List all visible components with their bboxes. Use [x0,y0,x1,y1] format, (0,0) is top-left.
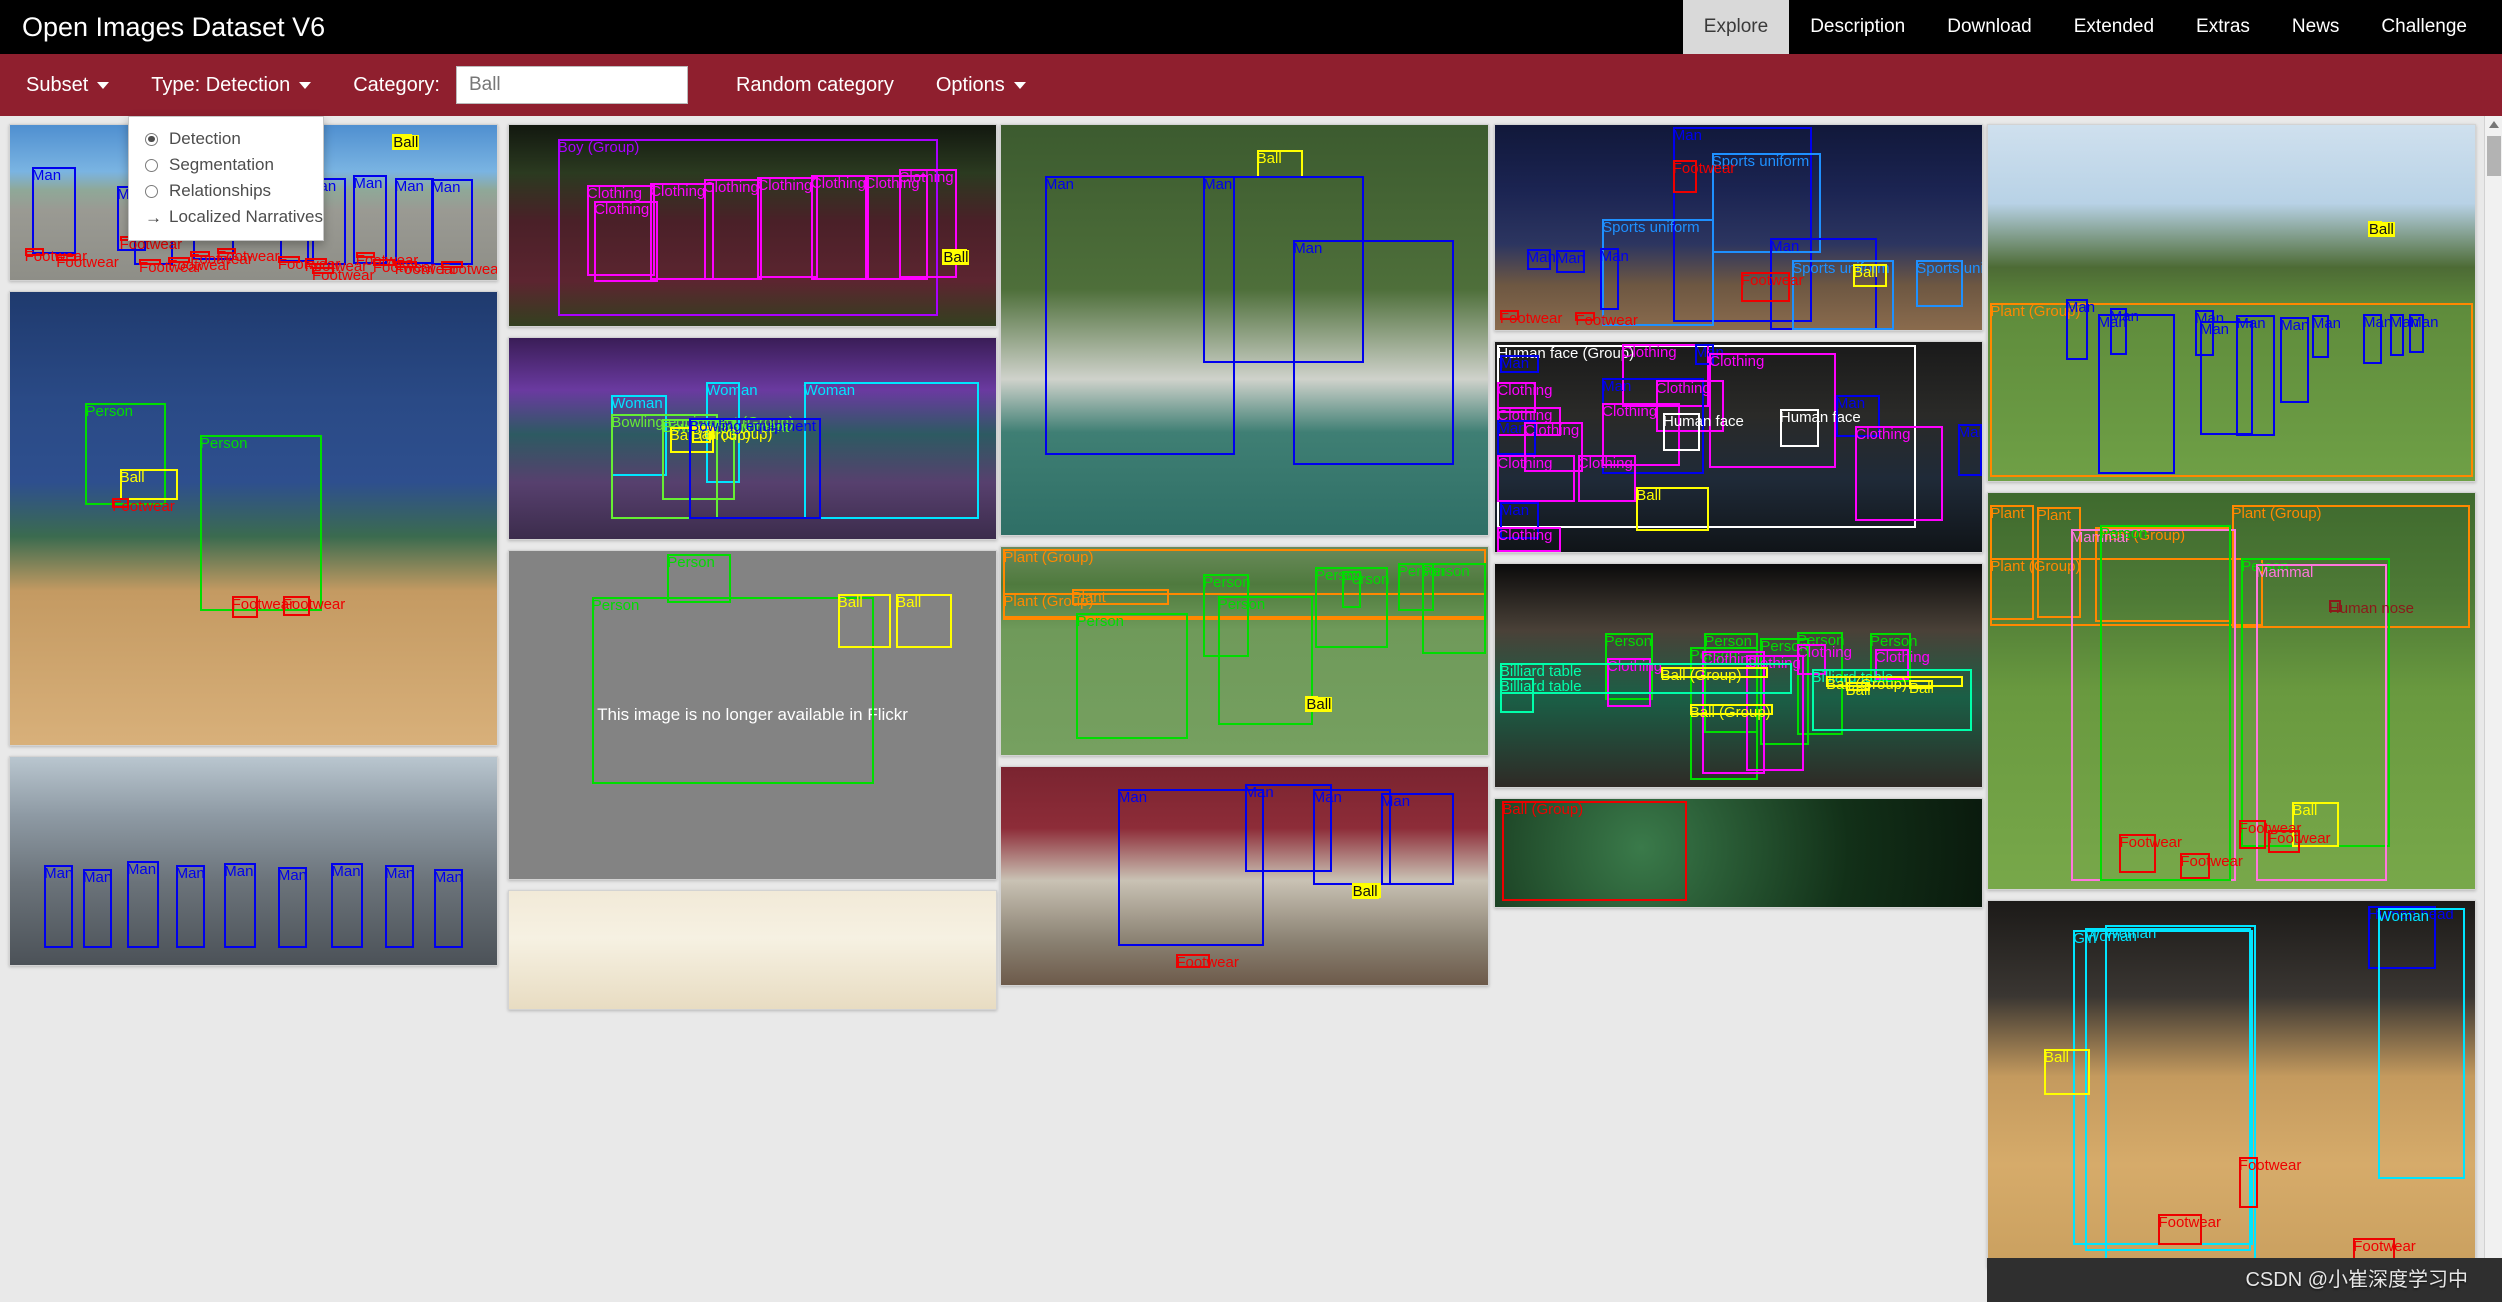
type-dropdown-button[interactable]: Type: Detection [151,74,311,97]
tile-image [1988,901,2475,1267]
nav-link-extended[interactable]: Extended [2053,0,2175,54]
tile-image [509,125,996,326]
type-option-detection[interactable]: Detection [129,126,323,152]
nav-link-news[interactable]: News [2271,0,2361,54]
nav-link-download[interactable]: Download [1926,0,2053,54]
type-option-label: Relationships [169,181,271,201]
navbar-links: ExploreDescriptionDownloadExtendedExtras… [1683,0,2488,54]
gallery-column: BallManManManPlant (Group)Plant (Group)P… [1000,124,1489,996]
type-option-segmentation[interactable]: Segmentation [129,152,323,178]
chevron-down-icon [97,82,109,89]
gallery-column: BallPlant (Group)ManManManManManManManMa… [1987,124,2476,1278]
footer-band [1987,1258,2502,1302]
type-option-label: Segmentation [169,155,274,175]
chevron-down-icon [299,82,311,89]
gallery-tile-indoor-gym-crowd[interactable]: ManManManManManManManManMan [9,756,498,966]
gallery-tile-billiards-pool-hall[interactable]: PersonPersonPersonPersonPersonPersonClot… [1494,563,1983,788]
gallery-tile-navy-basketball-defense[interactable]: Human face (Group)ClothingManClothingMan… [1494,341,1983,553]
type-dropdown-menu: Detection Segmentation Relationships → Local… [128,116,324,241]
vertical-scrollbar[interactable] [2484,116,2502,1302]
gallery-tile-billiard-balls-closeup[interactable]: Ball (Group) [1494,798,1983,908]
gallery-column: Boy (Group)ClothingClothingClothingCloth… [508,124,997,1020]
image-gallery: BallManManManManManManManManManFootwearF… [0,116,2502,1302]
tile-image [1988,493,2475,889]
tile-image [1495,342,1982,552]
tile-image [1495,125,1982,330]
gallery-tile-soccer-team-huddle[interactable]: Boy (Group)ClothingClothingClothingCloth… [508,124,997,327]
type-label: Type: Detection [151,74,290,97]
category-input[interactable] [456,66,688,104]
subset-dropdown-button[interactable]: Subset [26,74,109,97]
gallery-tile-bollywood-poster[interactable] [508,890,997,1010]
gallery-tile-womens-basketball-game[interactable]: GirlWomanWomanHuman headWomanBallFootwea… [1987,900,2476,1268]
gallery-tile-sports-spectator-crowd[interactable]: ManManManManBallFootwear [1000,766,1489,986]
tile-image [509,338,996,539]
nav-link-explore[interactable]: Explore [1683,0,1789,54]
tile-image [1001,767,1488,985]
tile-image [1495,799,1982,907]
subset-label: Subset [26,74,88,97]
nav-link-description[interactable]: Description [1789,0,1926,54]
tile-image [1001,547,1488,755]
type-option-relationships[interactable]: Relationships [129,178,323,204]
navbar-end-padding [2488,0,2502,54]
options-label: Options [936,74,1005,97]
tile-image [1495,564,1982,787]
tile-image [10,757,497,965]
image-unavailable-notice: This image is no longer available in Fli… [509,705,996,725]
top-navbar: Open Images Dataset V6 ExploreDescriptio… [0,0,2502,54]
category-label: Category: [353,74,440,97]
gallery-tile-bowling-alley[interactable]: WomanWomanWomanBowling equipment (Group)… [508,337,997,540]
site-brand: Open Images Dataset V6 [0,0,347,54]
scrollbar-thumb[interactable] [2487,136,2501,176]
nav-link-extras[interactable]: Extras [2175,0,2271,54]
radio-button-icon [145,133,158,146]
type-option-label: Detection [169,129,241,149]
nav-link-challenge[interactable]: Challenge [2360,0,2488,54]
radio-button-icon [145,159,158,172]
gallery-tile-girls-soccer-kick[interactable]: PlantPlantPlant (Group)Plant (Group)Plan… [1987,492,2476,890]
tile-image [1001,125,1488,535]
random-category-button[interactable]: Random category [736,74,894,97]
gallery-tile-street-basketball-jump[interactable]: BallManManMan [1000,124,1489,536]
gallery-tile-unavailable-image-placeholder[interactable]: This image is no longer available in Fli… [508,550,997,880]
tile-image [10,292,497,745]
radio-button-icon [145,185,158,198]
options-dropdown-button[interactable]: Options [936,74,1026,97]
gallery-column: ManSports uniformFootwearSports uniformM… [1494,124,1983,918]
gallery-tile-soccer-field-match[interactable]: BallPlant (Group)ManManManManManManManMa… [1987,124,2476,482]
type-option-localized-narratives[interactable]: → Localized Narratives [129,204,323,230]
gallery-tile-field-hockey-shinty[interactable]: Plant (Group)Plant (Group)PlantPersonPer… [1000,546,1489,756]
scroll-up-arrow-icon[interactable] [2485,116,2502,134]
filter-toolbar: Subset Type: Detection Category: Random … [0,54,2502,116]
tile-image [509,891,996,1009]
navbar-spacer [347,0,1683,54]
gallery-tile-college-basketball-dunk[interactable]: ManSports uniformFootwearSports uniformM… [1494,124,1983,331]
chevron-down-icon [1014,82,1026,89]
type-option-label: Localized Narratives [169,207,323,227]
gallery-column: BallManManManManManManManManManFootwearF… [9,124,498,976]
arrow-right-icon: → [145,209,158,226]
tile-image [1988,125,2475,481]
gallery-tile-climbing-gym-girl-ball[interactable]: PersonPersonBallFootwearFootwearFootwear [9,291,498,746]
